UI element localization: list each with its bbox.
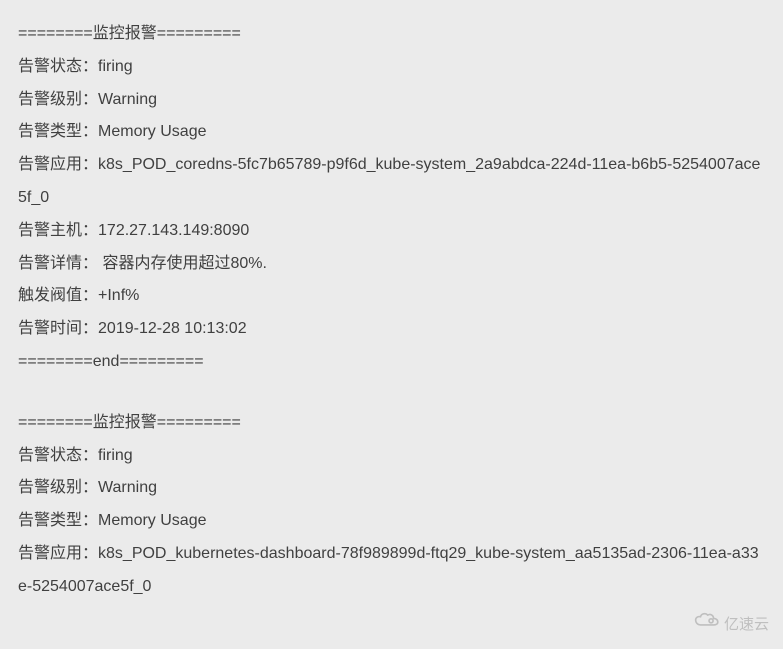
cloud-icon (694, 610, 720, 641)
alert-row-label: 告警类型： (18, 512, 98, 529)
alert-row: 告警状态：firing (18, 440, 765, 473)
alert-row-value: k8s_POD_coredns-5fc7b65789-p9f6d_kube-sy… (18, 156, 760, 206)
alert-row-label: 告警级别： (18, 91, 98, 108)
alerts-container: ========监控报警=========告警状态：firing告警级别：War… (18, 18, 765, 604)
alert-row: 告警时间：2019-12-28 10:13:02 (18, 313, 765, 346)
alert-row-value: firing (98, 447, 133, 464)
alert-row-label: 告警时间： (18, 320, 98, 337)
alert-row: 告警应用：k8s_POD_coredns-5fc7b65789-p9f6d_ku… (18, 149, 765, 215)
alert-row: 告警主机：172.27.143.149:8090 (18, 215, 765, 248)
alert-row-label: 告警级别： (18, 479, 98, 496)
alert-row: 告警详情： 容器内存使用超过80%. (18, 248, 765, 281)
alert-row: 触发阀值：+Inf% (18, 280, 765, 313)
alert-block: ========监控报警=========告警状态：firing告警级别：War… (18, 18, 765, 379)
watermark-text: 亿速云 (724, 610, 769, 641)
alert-row: 告警级别：Warning (18, 472, 765, 505)
alert-row: 告警状态：firing (18, 51, 765, 84)
alert-row-value: Warning (98, 479, 157, 496)
alert-row-value: firing (98, 58, 133, 75)
alert-row-label: 告警状态： (18, 58, 98, 75)
alert-row-value: +Inf% (98, 287, 139, 304)
alert-row: 告警级别：Warning (18, 84, 765, 117)
alert-row: 告警类型：Memory Usage (18, 116, 765, 149)
alert-row-label: 告警类型： (18, 123, 98, 140)
watermark: 亿速云 (694, 610, 769, 641)
alert-row-value: k8s_POD_kubernetes-dashboard-78f989899d-… (18, 545, 759, 595)
alert-row-label: 触发阀值： (18, 287, 98, 304)
alert-block: ========监控报警=========告警状态：firing告警级别：War… (18, 407, 765, 604)
alert-row-value: Memory Usage (98, 512, 206, 529)
alert-header: ========监控报警========= (18, 18, 765, 51)
alert-row-value: Memory Usage (98, 123, 206, 140)
alert-row-value: Warning (98, 91, 157, 108)
alert-row-label: 告警详情： (18, 255, 98, 272)
alert-footer: ========end========= (18, 346, 765, 379)
alert-row: 告警应用：k8s_POD_kubernetes-dashboard-78f989… (18, 538, 765, 604)
alert-row-label: 告警状态： (18, 447, 98, 464)
alert-header: ========监控报警========= (18, 407, 765, 440)
alert-row: 告警类型：Memory Usage (18, 505, 765, 538)
alert-row-value: 172.27.143.149:8090 (98, 222, 249, 239)
alert-row-label: 告警主机： (18, 222, 98, 239)
alert-row-value: 2019-12-28 10:13:02 (98, 320, 247, 337)
alert-row-label: 告警应用： (18, 156, 98, 173)
alert-row-value: 容器内存使用超过80%. (98, 255, 267, 272)
alert-row-label: 告警应用： (18, 545, 98, 562)
